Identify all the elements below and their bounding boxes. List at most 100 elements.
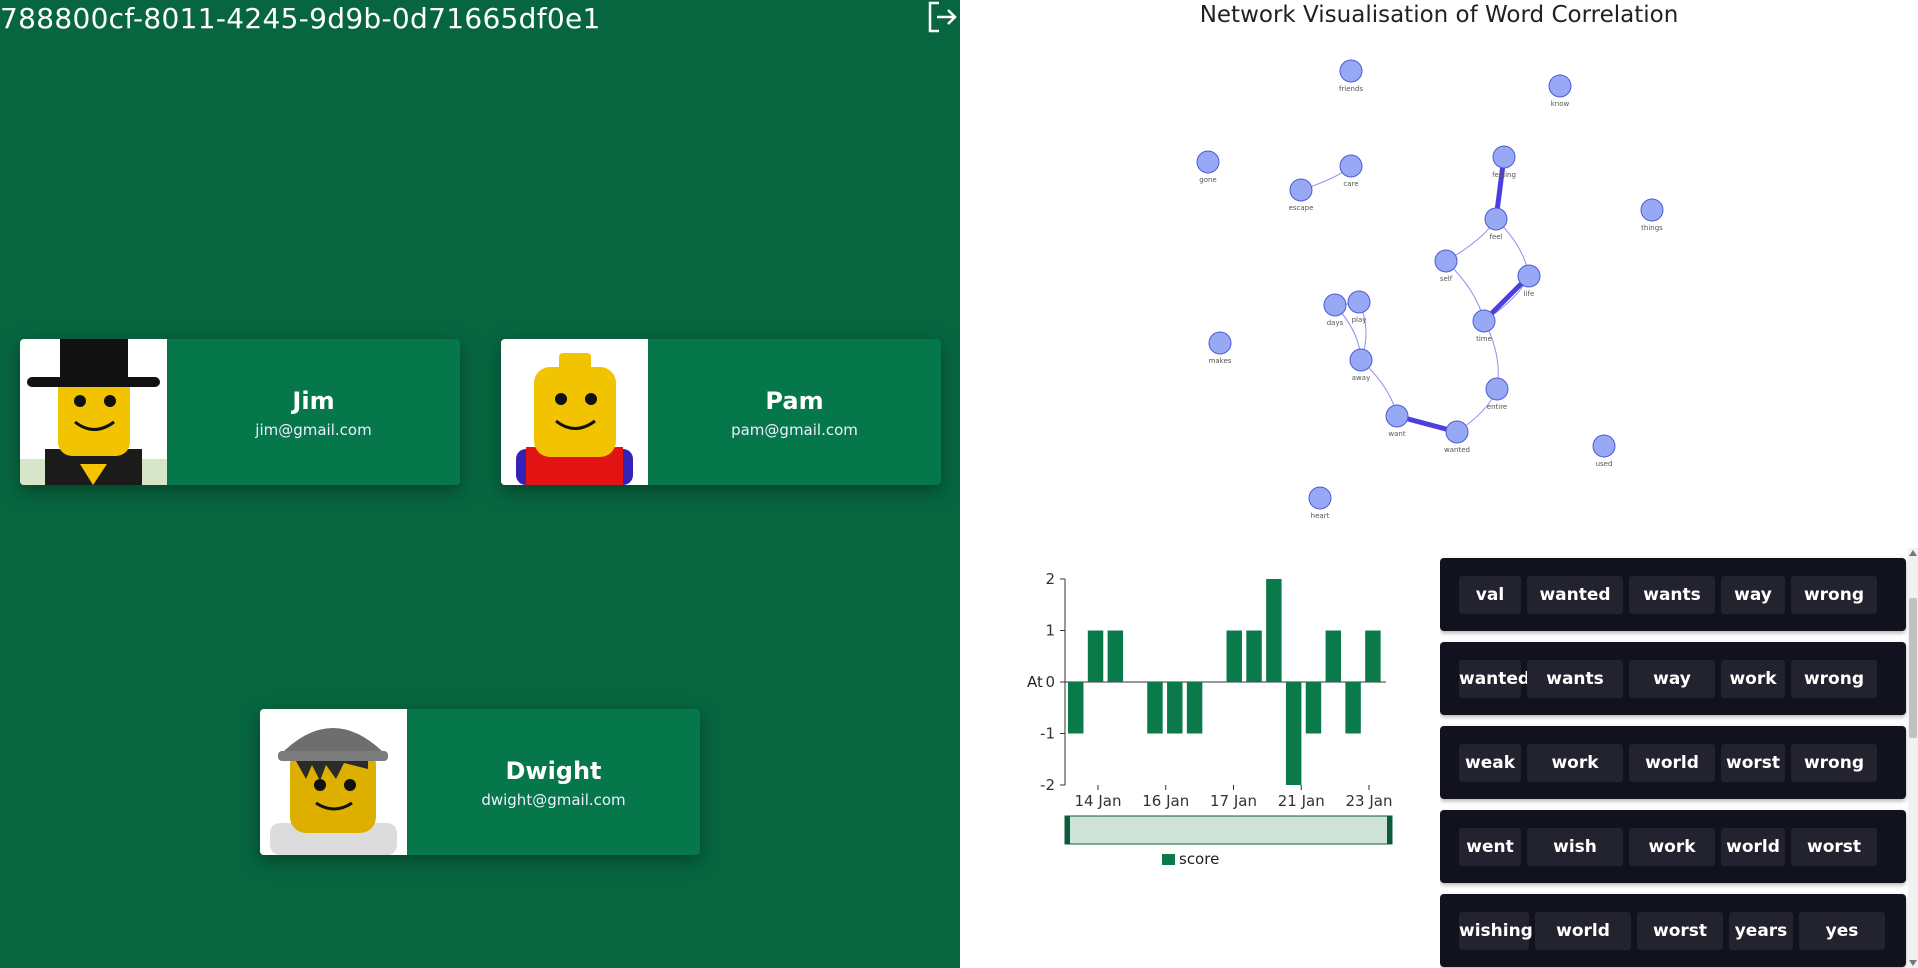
network-node[interactable]: know bbox=[1548, 74, 1572, 108]
scroll-down-icon[interactable] bbox=[1909, 960, 1917, 966]
analytics-panel: Network Visualisation of Word Correlatio… bbox=[960, 0, 1918, 968]
bar bbox=[1068, 682, 1084, 734]
word-chip[interactable]: way bbox=[1629, 660, 1715, 698]
legend-label: score bbox=[1179, 850, 1219, 868]
x-tick-label: 21 Jan bbox=[1278, 792, 1325, 810]
node-label: heart bbox=[1311, 512, 1330, 520]
x-tick-label: 23 Jan bbox=[1346, 792, 1393, 810]
bar bbox=[1087, 630, 1104, 682]
word-chip[interactable]: yes bbox=[1799, 912, 1885, 950]
node-label: life bbox=[1524, 290, 1535, 298]
bar bbox=[1147, 682, 1163, 734]
scrollbar[interactable] bbox=[1908, 548, 1918, 968]
network-graph[interactable]: friends know gone care escape feeling feel thin… bbox=[960, 40, 1918, 520]
word-chip[interactable]: world bbox=[1721, 828, 1785, 866]
word-chip[interactable]: wrong bbox=[1791, 660, 1877, 698]
network-node[interactable]: feel bbox=[1484, 207, 1508, 241]
word-chip[interactable]: val bbox=[1459, 576, 1521, 614]
user-card-pam[interactable]: Pam pam@gmail.com bbox=[501, 339, 941, 485]
network-node[interactable]: self bbox=[1434, 249, 1458, 283]
word-chip[interactable]: went bbox=[1459, 828, 1521, 866]
time-brush[interactable] bbox=[1064, 815, 1393, 845]
node-label: makes bbox=[1209, 357, 1232, 365]
network-node[interactable]: wanted bbox=[1444, 420, 1470, 454]
bar bbox=[1226, 630, 1242, 682]
network-node[interactable]: time bbox=[1472, 309, 1496, 343]
network-node[interactable]: escape bbox=[1289, 178, 1314, 212]
y-tick-label: 0 bbox=[1045, 673, 1055, 691]
word-chip[interactable]: world bbox=[1629, 744, 1715, 782]
scroll-up-icon[interactable] bbox=[1909, 550, 1917, 556]
word-chip[interactable]: wants bbox=[1629, 576, 1715, 614]
x-tick-label: 16 Jan bbox=[1142, 792, 1189, 810]
word-chip[interactable]: world bbox=[1535, 912, 1631, 950]
scroll-thumb[interactable] bbox=[1909, 598, 1917, 738]
network-node[interactable]: feeling bbox=[1492, 145, 1516, 179]
word-chip[interactable]: wanted bbox=[1527, 576, 1623, 614]
network-node[interactable]: away bbox=[1349, 348, 1373, 382]
node-label: things bbox=[1641, 224, 1663, 232]
word-chip[interactable]: wrong bbox=[1791, 744, 1877, 782]
word-chip[interactable]: worst bbox=[1721, 744, 1785, 782]
word-chip[interactable]: wanted bbox=[1459, 660, 1530, 698]
word-group-card: val wanted wants way wrong bbox=[1440, 558, 1906, 631]
network-node[interactable]: play bbox=[1347, 290, 1371, 324]
network-title: Network Visualisation of Word Correlatio… bbox=[1199, 2, 1679, 28]
user-email: pam@gmail.com bbox=[731, 421, 858, 439]
word-chip[interactable]: wrong bbox=[1791, 576, 1877, 614]
word-chip[interactable]: worst bbox=[1637, 912, 1723, 950]
bar bbox=[1246, 630, 1262, 682]
user-card-dwight[interactable]: Dwight dwight@gmail.com bbox=[260, 709, 700, 855]
brush-handle-left[interactable] bbox=[1065, 816, 1070, 844]
word-chip[interactable]: weak bbox=[1459, 744, 1521, 782]
node-label: used bbox=[1596, 460, 1613, 468]
network-node[interactable]: makes bbox=[1208, 331, 1232, 365]
word-group-card: wanted wants way work wrong bbox=[1440, 642, 1906, 715]
word-chip[interactable]: way bbox=[1721, 576, 1785, 614]
node-label: away bbox=[1352, 374, 1370, 382]
word-chip[interactable]: wants bbox=[1527, 660, 1623, 698]
word-groups-list: val wanted wants way wrong wanted wants way work… bbox=[1440, 555, 1918, 968]
node-label: feeling bbox=[1492, 171, 1516, 179]
avatar bbox=[260, 709, 407, 855]
network-node[interactable]: days bbox=[1323, 293, 1347, 327]
bar bbox=[1266, 579, 1282, 682]
word-group-card: went wish work world worst bbox=[1440, 810, 1906, 883]
network-node[interactable]: things bbox=[1640, 198, 1664, 232]
network-node[interactable]: gone bbox=[1196, 150, 1220, 184]
x-tick-label: 14 Jan bbox=[1075, 792, 1122, 810]
word-chip[interactable]: wishing bbox=[1459, 912, 1533, 950]
network-node[interactable]: want bbox=[1385, 404, 1409, 438]
y-axis-label: At bbox=[1027, 673, 1043, 691]
network-node[interactable]: used bbox=[1592, 434, 1616, 468]
user-name: Jim bbox=[292, 387, 335, 415]
bar bbox=[1285, 682, 1302, 785]
word-chip[interactable]: years bbox=[1729, 912, 1793, 950]
word-chip[interactable]: work bbox=[1527, 744, 1623, 782]
user-email: jim@gmail.com bbox=[255, 421, 372, 439]
x-tick-label: 17 Jan bbox=[1210, 792, 1257, 810]
node-label: gone bbox=[1199, 176, 1216, 184]
y-tick-label: -1 bbox=[1040, 725, 1055, 743]
avatar bbox=[20, 339, 167, 485]
word-chip[interactable]: work bbox=[1721, 660, 1785, 698]
word-chip[interactable]: worst bbox=[1791, 828, 1877, 866]
network-node[interactable]: care bbox=[1339, 154, 1363, 188]
network-node[interactable]: entire bbox=[1485, 377, 1509, 411]
network-node[interactable]: friends bbox=[1339, 59, 1363, 93]
node-label: days bbox=[1327, 319, 1344, 327]
session-id: 788800cf-8011-4245-9d9b-0d71665df0e1 bbox=[0, 2, 601, 35]
legend-swatch bbox=[1162, 854, 1175, 865]
logout-icon[interactable] bbox=[925, 0, 959, 34]
node-label: self bbox=[1440, 275, 1453, 283]
node-label: wanted bbox=[1444, 446, 1470, 454]
node-label: want bbox=[1388, 430, 1405, 438]
network-node[interactable]: heart bbox=[1308, 486, 1332, 520]
word-chip[interactable]: work bbox=[1629, 828, 1715, 866]
node-label: know bbox=[1551, 100, 1570, 108]
network-node[interactable]: life bbox=[1517, 264, 1541, 298]
user-card-jim[interactable]: Jim jim@gmail.com bbox=[20, 339, 460, 485]
word-chip[interactable]: wish bbox=[1527, 828, 1623, 866]
user-name: Pam bbox=[765, 387, 824, 415]
brush-handle-right[interactable] bbox=[1387, 816, 1392, 844]
